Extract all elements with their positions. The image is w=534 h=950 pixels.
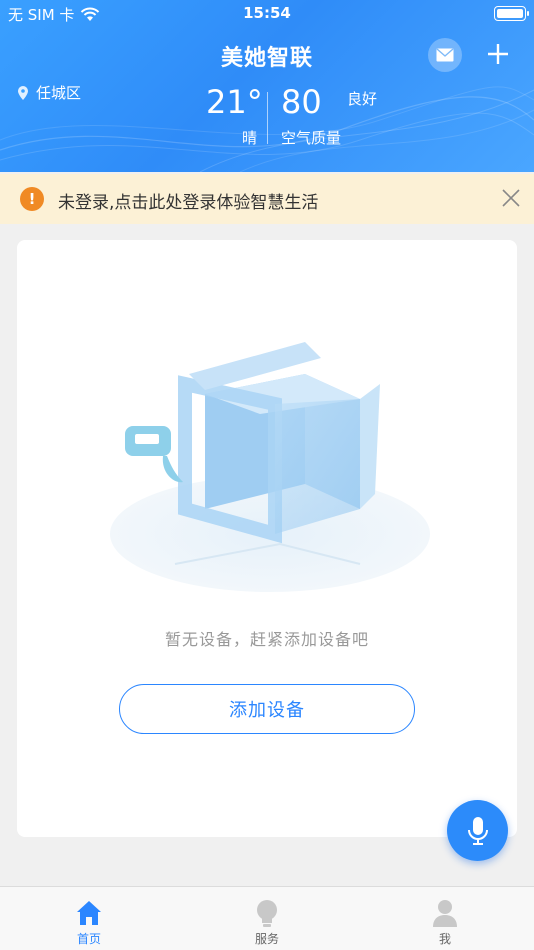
status-bar: 无 SIM 卡 15:54 bbox=[0, 0, 534, 28]
aqi-level: 良好 bbox=[347, 90, 378, 108]
add-device-button[interactable]: 添加设备 bbox=[119, 684, 415, 734]
add-button[interactable] bbox=[482, 36, 514, 72]
weather-divider bbox=[267, 92, 268, 144]
tab-me-label: 我 bbox=[438, 932, 451, 946]
status-time: 15:54 bbox=[243, 4, 291, 22]
aqi-label: 空气质量 bbox=[281, 129, 342, 147]
close-icon[interactable] bbox=[498, 185, 524, 211]
login-banner-text[interactable]: 未登录,点击此处登录体验智慧生活 bbox=[58, 188, 318, 213]
location-label: 任城区 bbox=[36, 84, 82, 102]
person-icon bbox=[433, 900, 457, 927]
tab-service[interactable]: 服务 bbox=[178, 887, 356, 950]
header: 无 SIM 卡 15:54 美她智联 任城区 21° 晴 80 良好 空气质量 bbox=[0, 0, 534, 172]
temperature: 21° bbox=[206, 83, 263, 121]
battery-icon bbox=[494, 6, 529, 21]
aqi-value: 80 bbox=[281, 83, 322, 121]
microphone-icon bbox=[467, 816, 488, 845]
location-pin-icon bbox=[18, 85, 28, 100]
plus-icon bbox=[488, 44, 508, 64]
tab-home-label: 首页 bbox=[76, 932, 101, 946]
tab-home[interactable]: 首页 bbox=[0, 887, 178, 950]
login-banner[interactable]: ! 未登录,点击此处登录体验智慧生活 bbox=[0, 174, 534, 224]
warning-icon: ! bbox=[20, 187, 44, 211]
message-button[interactable] bbox=[428, 38, 462, 72]
tab-me[interactable]: 我 bbox=[356, 887, 534, 950]
weather-condition: 晴 bbox=[242, 129, 258, 147]
empty-state-message: 暂无设备，赶紧添加设备吧 bbox=[164, 630, 369, 649]
home-icon bbox=[77, 901, 101, 925]
device-card: 暂无设备，赶紧添加设备吧 添加设备 bbox=[17, 240, 517, 837]
tab-bar: 首页 服务 我 bbox=[0, 886, 534, 950]
voice-assistant-button[interactable] bbox=[447, 800, 508, 861]
envelope-icon bbox=[436, 48, 454, 62]
lightbulb-icon bbox=[257, 900, 277, 927]
tab-service-label: 服务 bbox=[254, 932, 279, 946]
empty-box-illustration bbox=[110, 342, 430, 592]
location[interactable]: 任城区 bbox=[18, 82, 81, 103]
